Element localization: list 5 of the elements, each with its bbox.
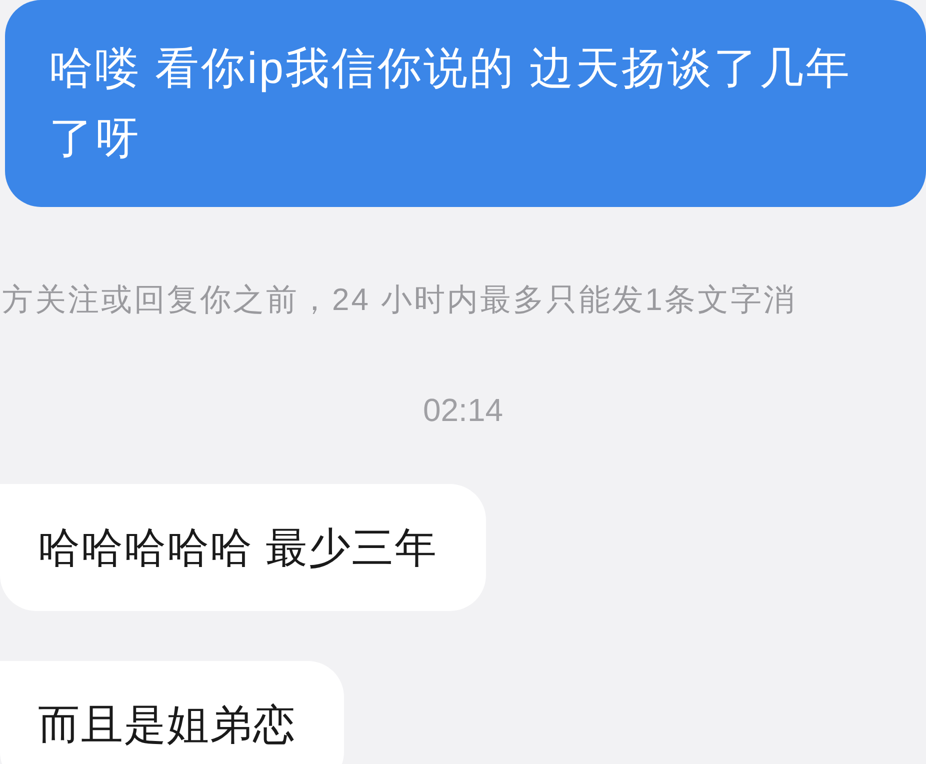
received-message-bubble: 而且是姐弟恋 [0, 660, 344, 764]
timestamp: 02:14 [422, 390, 504, 430]
received-message-bubble: 哈哈哈哈哈 最少三年 [0, 484, 486, 610]
sent-message-bubble: 哈喽 看你ip我信你说的 边天扬谈了几年了呀 [5, 0, 926, 207]
notice-text: 方关注或回复你之前，24 小时内最多只能发1条文字消 [1, 281, 796, 319]
